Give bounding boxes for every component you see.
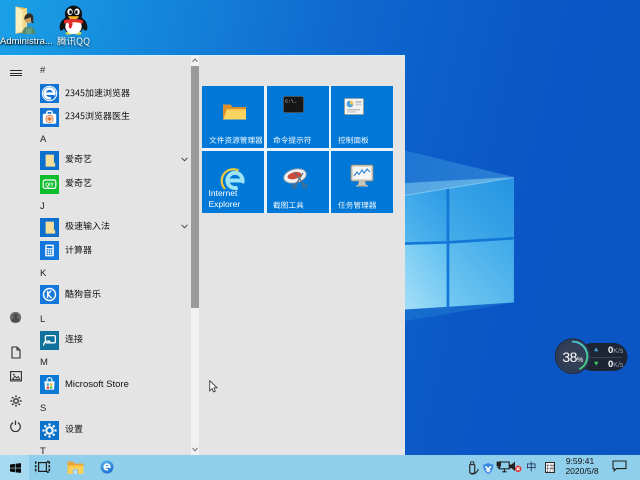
svg-text:QIY: QIY [45,182,54,188]
svg-text:C:\_: C:\_ [285,98,296,104]
